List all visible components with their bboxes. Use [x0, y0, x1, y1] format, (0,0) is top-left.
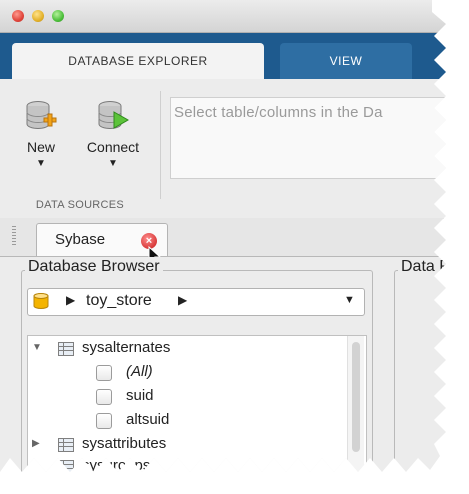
minimize-window-button[interactable] — [32, 10, 44, 22]
breadcrumb-arrow-icon: ▶ — [66, 293, 76, 307]
data-sources-group-label: DATA SOURCES — [35, 199, 125, 211]
scrollbar-thumb[interactable] — [352, 342, 360, 452]
document-tab-label: Sybase — [55, 231, 106, 248]
database-browser-title: Database Browser — [25, 258, 163, 276]
document-tab-strip: Sybase × — [0, 218, 446, 257]
toolstrip-divider — [160, 91, 161, 199]
new-button-label: New — [26, 139, 55, 155]
close-window-button[interactable] — [12, 10, 24, 22]
new-button[interactable]: New ▼ — [8, 91, 74, 173]
data-preview-panel: Data P — [394, 258, 446, 472]
new-database-icon — [26, 101, 57, 129]
data-source-combo[interactable]: ▶ toy_store ▶ ▼ — [27, 288, 365, 316]
zoom-window-button[interactable] — [52, 10, 64, 22]
table-icon — [58, 460, 74, 472]
new-dropdown-arrow-icon[interactable]: ▼ — [8, 159, 74, 169]
table-name: sysattributes — [82, 435, 167, 452]
tab-database-explorer[interactable]: DATABASE EXPLORER — [12, 43, 264, 79]
title-bar — [0, 0, 446, 33]
data-source-name: toy_store — [86, 292, 152, 309]
collapsed-arrow-icon[interactable]: ▶ — [32, 460, 40, 471]
connect-dropdown-arrow-icon[interactable]: ▼ — [80, 159, 146, 169]
column-checkbox[interactable] — [96, 389, 112, 405]
table-tree: ▼ sysalternates (All) suid altsuid ▶ sys… — [27, 335, 367, 474]
column-name: (All) — [126, 363, 153, 380]
selection-hint-text: Select table/columns in the Da — [174, 104, 383, 121]
ribbon-tab-bar: DATABASE EXPLORER VIEW — [0, 33, 446, 79]
database-cylinder-icon — [33, 293, 49, 309]
column-checkbox[interactable] — [96, 413, 112, 429]
expanded-arrow-icon[interactable]: ▼ — [32, 342, 42, 353]
content-area: Database Browser Data P ▶ toy_store ▶ ▼ … — [0, 257, 446, 474]
table-icon — [58, 342, 74, 356]
column-name: suid — [126, 387, 154, 404]
breadcrumb-arrow-icon: ▶ — [178, 293, 188, 307]
connect-button-label: Connect — [86, 139, 140, 155]
tab-view[interactable]: VIEW — [280, 43, 412, 79]
tree-scrollbar[interactable] — [347, 336, 364, 472]
drag-grip-icon[interactable] — [12, 226, 16, 246]
chevron-down-icon[interactable]: ▼ — [344, 294, 355, 306]
table-icon — [58, 438, 74, 452]
table-name: sysalternates — [82, 339, 171, 356]
collapsed-arrow-icon[interactable]: ▶ — [32, 438, 40, 449]
column-checkbox[interactable] — [96, 365, 112, 381]
connect-database-icon — [98, 101, 130, 129]
data-panel-title: Data P — [398, 258, 446, 276]
table-name: sysgroups — [82, 457, 151, 474]
column-name: altsuid — [126, 411, 170, 428]
connect-button[interactable]: Connect ▼ — [80, 91, 146, 173]
app-window: DATABASE EXPLORER VIEW New ▼ Connect ▼ D… — [0, 0, 446, 474]
